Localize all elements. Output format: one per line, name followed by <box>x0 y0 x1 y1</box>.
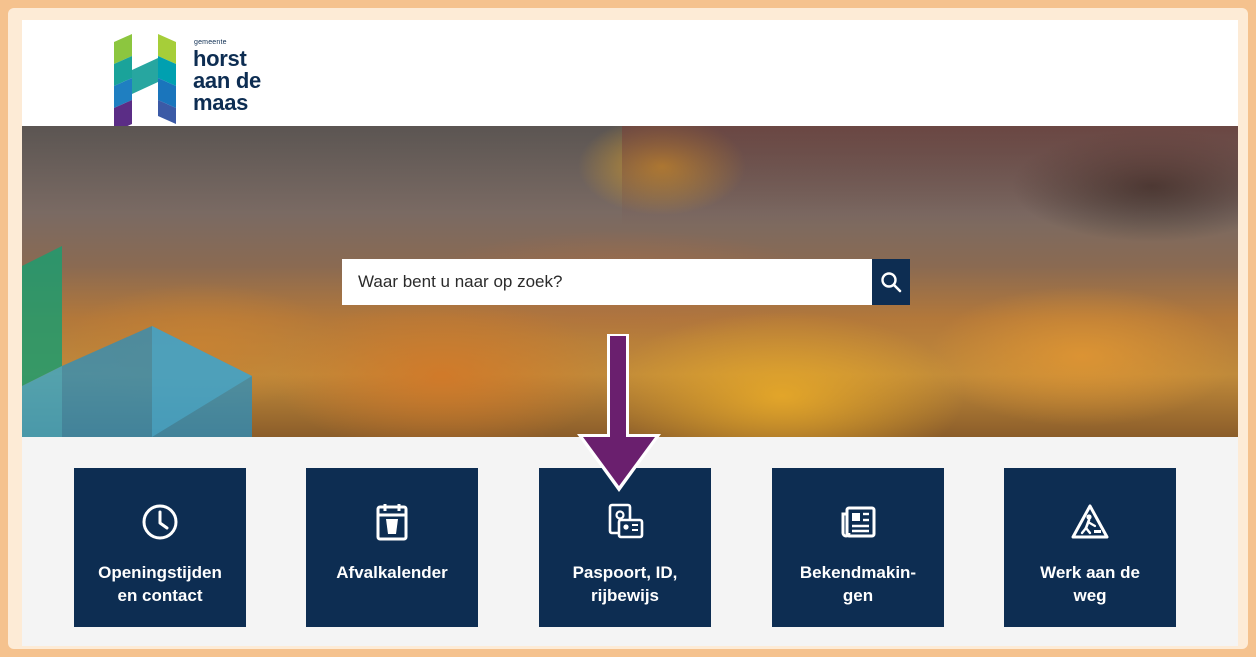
clock-icon <box>142 504 178 540</box>
logo-line-2: aan de <box>193 68 261 93</box>
search-input[interactable] <box>342 259 872 305</box>
logo-line-3: maas <box>193 90 249 115</box>
logo-small-text: gemeente <box>194 39 227 46</box>
tile-label: Afvalkalender <box>336 563 448 582</box>
logo-wordmark: horst aan de maas <box>193 48 293 114</box>
tile-label: Werk aan de weg <box>1040 563 1140 605</box>
search-button[interactable] <box>872 259 910 305</box>
tile-afvalkalender[interactable]: Afvalkalender <box>306 468 478 627</box>
road-work-icon <box>1071 504 1109 539</box>
logo-h-mark <box>114 34 176 130</box>
tile-label: Bekendmakin- gen <box>799 563 917 605</box>
newspaper-icon <box>841 506 876 538</box>
id-card-icon <box>608 503 644 539</box>
tile-bekendmakingen[interactable]: Bekendmakin- gen <box>772 468 944 627</box>
search-icon <box>881 272 902 293</box>
tile-werk-aan-de-weg[interactable]: Werk aan de weg <box>1004 468 1176 627</box>
hero-decorative-shapes <box>22 246 252 437</box>
annotation-arrow-icon <box>577 334 661 492</box>
tile-openingstijden[interactable]: Openingstijden en contact <box>74 468 246 627</box>
tile-label: Openingstijden en contact <box>98 563 222 605</box>
website-page: gemeente horst aan de maas Waar bent u n… <box>22 20 1238 646</box>
tile-label: Paspoort, ID, rijbewijs <box>572 563 678 605</box>
site-logo[interactable]: gemeente horst aan de maas <box>114 34 284 130</box>
logo-line-1: horst <box>193 46 247 71</box>
search-bar <box>342 259 910 305</box>
waste-calendar-icon <box>376 504 408 541</box>
hero-background-wall <box>622 126 1238 226</box>
site-header: gemeente horst aan de maas <box>22 20 1238 130</box>
